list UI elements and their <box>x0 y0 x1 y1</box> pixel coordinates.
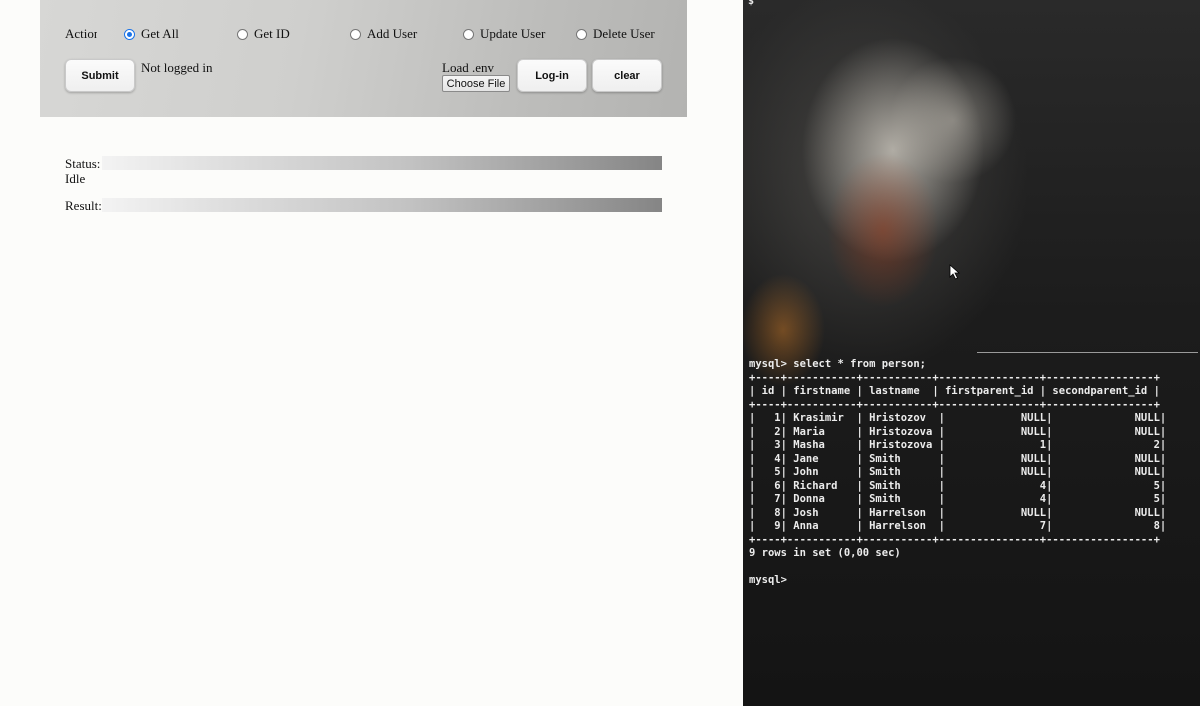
choose-file-button[interactable]: Choose File <box>442 75 510 92</box>
terminal-table-row: | 9| Anna | Harrelson | 7| 8| <box>749 520 1167 532</box>
radio-get-all-label: Get All <box>141 26 179 41</box>
status-bar <box>102 156 662 170</box>
radio-delete-user-circle[interactable] <box>576 28 587 40</box>
terminal-table-row: | 1| Krasimir | Hristozov | NULL| NULL| <box>749 412 1167 424</box>
radio-delete-user[interactable]: Delete User <box>576 26 655 42</box>
status-value: Idle <box>65 171 86 186</box>
radio-get-all-circle[interactable] <box>124 28 135 40</box>
radio-get-id[interactable]: Get ID <box>237 26 290 42</box>
login-status-text: Not logged in <box>141 60 213 75</box>
radio-update-user-circle[interactable] <box>463 28 474 40</box>
terminal-table-header: | id | firstname | lastname | firstparen… <box>749 385 1160 397</box>
submit-button[interactable]: Submit <box>65 59 135 92</box>
terminal-divider <box>977 352 1198 353</box>
radio-add-user[interactable]: Add User <box>350 26 417 42</box>
login-button[interactable]: Log-in <box>517 59 587 92</box>
radio-update-user-label: Update User <box>480 26 546 41</box>
terminal-table-row: | 5| John | Smith | NULL| NULL| <box>749 466 1167 478</box>
terminal-table-border: +----+-----------+-----------+----------… <box>749 398 1160 411</box>
control-panel: Action Get All Get ID Add User Update Us… <box>40 0 687 117</box>
terminal-window[interactable]: $ mysql> select * from person; +----+---… <box>743 0 1200 706</box>
radio-get-all[interactable]: Get All <box>124 26 179 42</box>
radio-get-id-circle[interactable] <box>237 28 248 40</box>
terminal-output: mysql> select * from person; +----+-----… <box>749 358 1166 588</box>
radio-add-user-label: Add User <box>367 26 418 41</box>
terminal-table-border: +----+-----------+-----------+----------… <box>749 371 1160 384</box>
browser-page: Action Get All Get ID Add User Update Us… <box>0 0 743 706</box>
radio-update-user[interactable]: Update User <box>463 26 545 42</box>
radio-delete-user-label: Delete User <box>593 26 655 41</box>
terminal-top-prompt: $ <box>748 0 755 7</box>
terminal-table-row: | 3| Masha | Hristozova | 1| 2| <box>749 439 1167 451</box>
mouse-cursor-icon <box>949 264 961 280</box>
terminal-table-row: | 4| Jane | Smith | NULL| NULL| <box>749 452 1167 465</box>
terminal-table-row: | 7| Donna | Smith | 4| 5| <box>749 493 1167 505</box>
radio-get-id-label: Get ID <box>254 26 290 41</box>
terminal-command-line: mysql> select * from person; <box>749 358 927 370</box>
status-label: Status: <box>65 156 101 171</box>
result-bar <box>102 198 662 212</box>
terminal-final-prompt: mysql> <box>749 574 787 586</box>
terminal-table-row: | 8| Josh | Harrelson | NULL| NULL| <box>749 506 1167 519</box>
load-env-label: Load .env <box>442 60 494 75</box>
clear-button[interactable]: clear <box>592 59 662 92</box>
terminal-table-row: | 6| Richard | Smith | 4| 5| <box>749 479 1167 492</box>
action-label: Action <box>65 26 97 41</box>
terminal-table-row: | 2| Maria | Hristozova | NULL| NULL| <box>749 425 1167 438</box>
terminal-summary: 9 rows in set (0,00 sec) <box>749 547 901 559</box>
result-label: Result: <box>65 198 102 213</box>
radio-add-user-circle[interactable] <box>350 28 361 40</box>
terminal-table-border: +----+-----------+-----------+----------… <box>749 533 1160 546</box>
